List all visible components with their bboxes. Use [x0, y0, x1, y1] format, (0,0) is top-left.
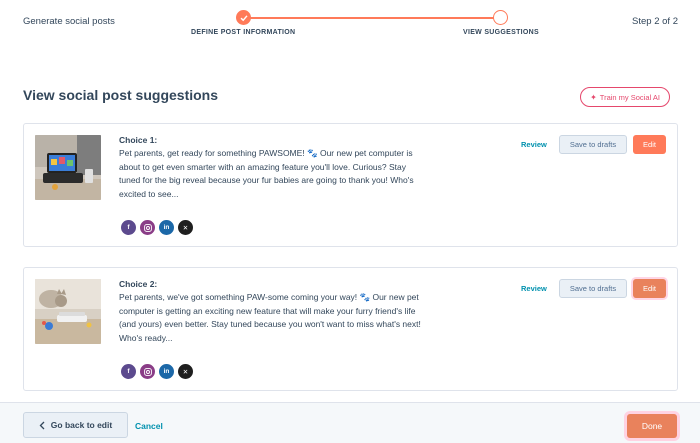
go-back-button[interactable]: Go back to edit	[23, 412, 128, 438]
choice-title: Choice 1:	[119, 135, 158, 145]
facebook-icon: f	[121, 220, 136, 235]
x-icon: ✕	[178, 364, 193, 379]
step-label-define: DEFINE POST INFORMATION	[191, 29, 296, 36]
instagram-icon	[140, 364, 155, 379]
facebook-icon: f	[121, 364, 136, 379]
choice-title: Choice 2:	[119, 279, 158, 289]
page-title: View social post suggestions	[23, 87, 219, 103]
save-to-drafts-button[interactable]: Save to drafts	[559, 135, 627, 154]
progress-track	[243, 16, 500, 19]
linkedin-icon: in	[159, 364, 174, 379]
train-social-ai-button[interactable]: ✦ Train my Social AI	[580, 87, 670, 107]
suggestion-card: Choice 1: Pet parents, get ready for som…	[23, 123, 678, 247]
done-button[interactable]: Done	[627, 414, 677, 438]
edit-button[interactable]: Edit	[633, 279, 666, 298]
cancel-link[interactable]: Cancel	[135, 421, 163, 431]
save-to-drafts-button[interactable]: Save to drafts	[559, 279, 627, 298]
instagram-icon	[140, 220, 155, 235]
step-active-icon	[493, 10, 508, 25]
step-complete-icon	[236, 10, 251, 25]
linkedin-icon: in	[159, 220, 174, 235]
edit-button[interactable]: Edit	[633, 135, 666, 154]
train-button-label: Train my Social AI	[599, 92, 660, 102]
social-network-list: f in ✕	[121, 220, 193, 235]
choice-text: Pet parents, we've got something PAW-som…	[119, 292, 421, 343]
wizard-header: Generate social posts DEFINE POST INFORM…	[0, 0, 700, 44]
suggestion-card: Choice 2: Pet parents, we've got somethi…	[23, 267, 678, 391]
post-image	[35, 135, 101, 200]
review-link[interactable]: Review	[521, 284, 547, 293]
choice-text: Pet parents, get ready for something PAW…	[119, 148, 414, 199]
chevron-left-icon	[39, 421, 45, 429]
x-icon: ✕	[178, 220, 193, 235]
step-label-view: VIEW SUGGESTIONS	[463, 29, 539, 36]
step-counter: Step 2 of 2	[632, 16, 678, 27]
post-image	[35, 279, 101, 344]
footer-bar: Go back to edit Cancel Done	[0, 402, 700, 443]
sparkle-icon: ✦	[590, 92, 597, 102]
app-title: Generate social posts	[23, 16, 115, 27]
go-back-label: Go back to edit	[50, 420, 113, 430]
review-link[interactable]: Review	[521, 140, 547, 149]
social-network-list: f in ✕	[121, 364, 193, 379]
